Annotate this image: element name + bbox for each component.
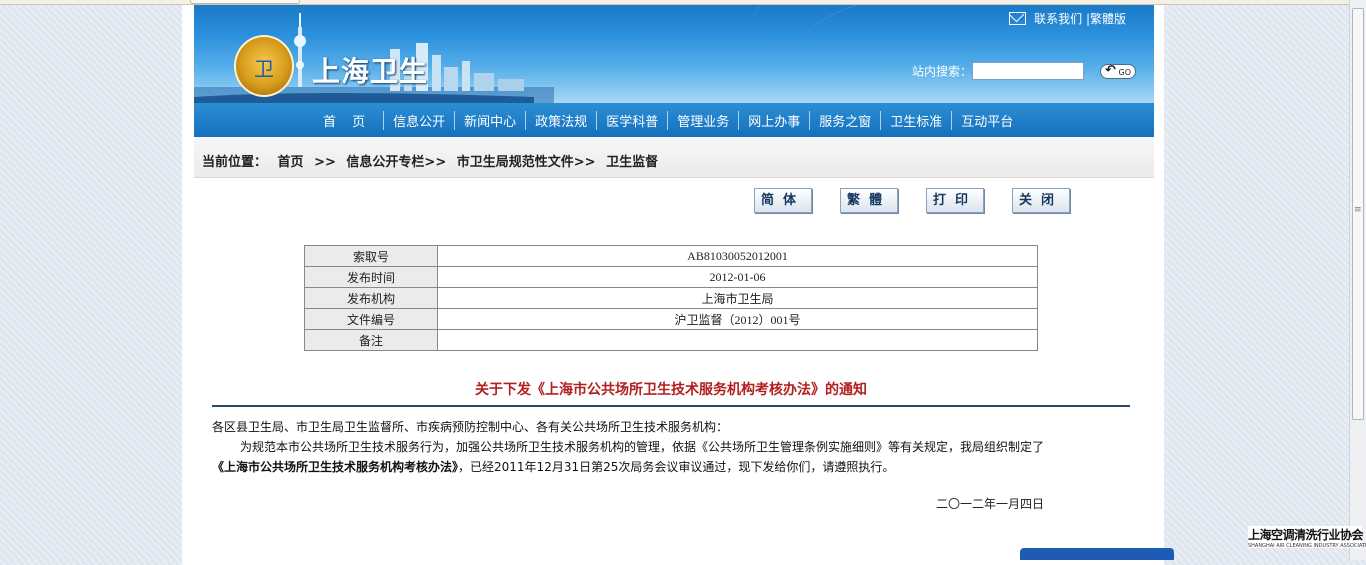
health-emblem-logo: 卫 bbox=[234, 35, 294, 97]
nav-item-interaction[interactable]: 互动平台 bbox=[951, 110, 1022, 130]
simplified-button[interactable]: 简体 bbox=[754, 188, 812, 213]
top-links: 联系我们 |繁體版 bbox=[1009, 10, 1126, 27]
meta-key: 备注 bbox=[304, 329, 438, 351]
table-row: 备注 bbox=[304, 329, 1038, 351]
vertical-scrollbar[interactable] bbox=[1349, 0, 1366, 560]
close-button[interactable]: 关闭 bbox=[1012, 188, 1070, 213]
scrollbar-thumb[interactable] bbox=[1352, 8, 1364, 420]
article-body: 各区县卫生局、市卫生局卫生监督所、市疾病预防控制中心、各有关公共场所卫生技术服务… bbox=[212, 417, 1132, 477]
nav-item-health-standards[interactable]: 卫生标准 bbox=[880, 110, 951, 130]
main-nav: 首 页 信息公开 新闻中心 政策法规 医学科普 管理业务 网上办事 服务之窗 卫… bbox=[194, 103, 1154, 137]
browser-tab[interactable] bbox=[190, 0, 300, 4]
document-meta-table: 索取号 AB81030052012001 发布时间 2012-01-06 发布机构上… bbox=[304, 245, 1038, 351]
association-name: 上海空调清洗行业协会 bbox=[1248, 528, 1364, 542]
breadcrumb-label: 当前位置： bbox=[202, 155, 268, 170]
nav-item-service-window[interactable]: 服务之窗 bbox=[809, 110, 880, 130]
article-paragraph: 为规范本市公共场所卫生技术服务行为，加强公共场所卫生技术服务机构的管理，依据《公… bbox=[240, 440, 1045, 454]
meta-key: 索取号 bbox=[304, 245, 438, 267]
emblem-glyph: 卫 bbox=[254, 57, 274, 81]
nav-item-online-services[interactable]: 网上办事 bbox=[738, 110, 809, 130]
mail-icon bbox=[1009, 12, 1027, 25]
table-row: 索取号 AB81030052012001 bbox=[304, 245, 1038, 267]
nav-item-news[interactable]: 新闻中心 bbox=[454, 110, 525, 130]
article-paragraph-cont: 《上海市公共场所卫生技术服务机构考核办法》，已经2011年12月31日第25次局… bbox=[212, 457, 1132, 477]
search-go-button[interactable]: ↶ GO bbox=[1100, 63, 1136, 79]
regulation-name: 《上海市公共场所卫生技术服务机构考核办法》 bbox=[212, 460, 459, 474]
site-title: 上海卫生 bbox=[312, 55, 429, 88]
nav-item-management[interactable]: 管理业务 bbox=[667, 110, 738, 130]
meta-value: AB81030052012001 bbox=[437, 245, 1038, 267]
nav-item-info-disclosure[interactable]: 信息公开 bbox=[383, 110, 454, 130]
table-row: 发布机构 上海市卫生局 bbox=[304, 287, 1038, 309]
article-salutation: 各区县卫生局、市卫生局卫生监督所、市疾病预防控制中心、各有关公共场所卫生技术服务… bbox=[212, 420, 729, 434]
breadcrumb: 当前位置： 首页 >> 信息公开专栏>> 市卫生局规范性文件>> 卫生监督 bbox=[194, 137, 1154, 178]
article-paragraph-rest: ，已经2011年12月31日第25次局务会议审议通过，现下发给你们，请遵照执行。 bbox=[458, 460, 895, 474]
title-divider bbox=[212, 405, 1130, 407]
meta-value bbox=[437, 329, 1038, 351]
contact-link[interactable]: 联系我们 bbox=[1034, 12, 1082, 26]
meta-key: 发布机构 bbox=[304, 287, 438, 309]
breadcrumb-normative-docs[interactable]: 市卫生局规范性文件>> bbox=[457, 155, 596, 170]
article-title: 关于下发《上海市公共场所卫生技术服务机构考核办法》的通知 bbox=[475, 382, 867, 398]
meta-key: 文件编号 bbox=[304, 308, 438, 330]
meta-key: 发布时间 bbox=[304, 266, 438, 288]
meta-value: 2012-01-06 bbox=[437, 266, 1038, 288]
nav-item-home[interactable]: 首 页 bbox=[314, 111, 383, 130]
breadcrumb-sep: >> bbox=[314, 155, 336, 170]
association-name-en: SHANGHAI AIR CLEANING INDUSTRY ASSOCIATI… bbox=[1248, 543, 1366, 549]
floating-banner[interactable] bbox=[1020, 548, 1174, 560]
article-date: 二〇一二年一月四日 bbox=[936, 497, 1045, 511]
search-input[interactable] bbox=[972, 62, 1085, 80]
breadcrumb-info-column[interactable]: 信息公开专栏>> bbox=[346, 155, 446, 170]
breadcrumb-health-supervision[interactable]: 卫生监督 bbox=[606, 155, 658, 170]
table-row: 发布时间 2012-01-06 bbox=[304, 266, 1038, 288]
nav-item-policy[interactable]: 政策法规 bbox=[525, 110, 596, 130]
traditional-button[interactable]: 繁體 bbox=[840, 188, 898, 213]
nav-item-medical-science[interactable]: 医学科普 bbox=[596, 110, 667, 130]
go-arrow-icon: ↶ bbox=[1105, 63, 1116, 78]
meta-value: 沪卫监督（2012）001号 bbox=[437, 308, 1038, 330]
traditional-version-link[interactable]: 繁體版 bbox=[1090, 12, 1126, 26]
site-header: 卫 上海卫生 联系我们 |繁體版 站内搜索： ↶ GO bbox=[194, 5, 1154, 103]
search-label: 站内搜索： bbox=[912, 64, 973, 79]
page-container: 卫 上海卫生 联系我们 |繁體版 站内搜索： ↶ GO 首 页 信息公开 新闻中心… bbox=[182, 5, 1164, 565]
meta-value: 上海市卫生局 bbox=[437, 287, 1038, 309]
site-search: 站内搜索： bbox=[912, 62, 1085, 80]
print-button[interactable]: 打印 bbox=[926, 188, 984, 213]
breadcrumb-home[interactable]: 首页 bbox=[278, 155, 304, 170]
association-logo[interactable]: 上海空调清洗行业协会 SHANGHAI AIR CLEANING INDUSTR… bbox=[1248, 526, 1366, 549]
table-row: 文件编号 沪卫监督（2012）001号 bbox=[304, 308, 1038, 330]
